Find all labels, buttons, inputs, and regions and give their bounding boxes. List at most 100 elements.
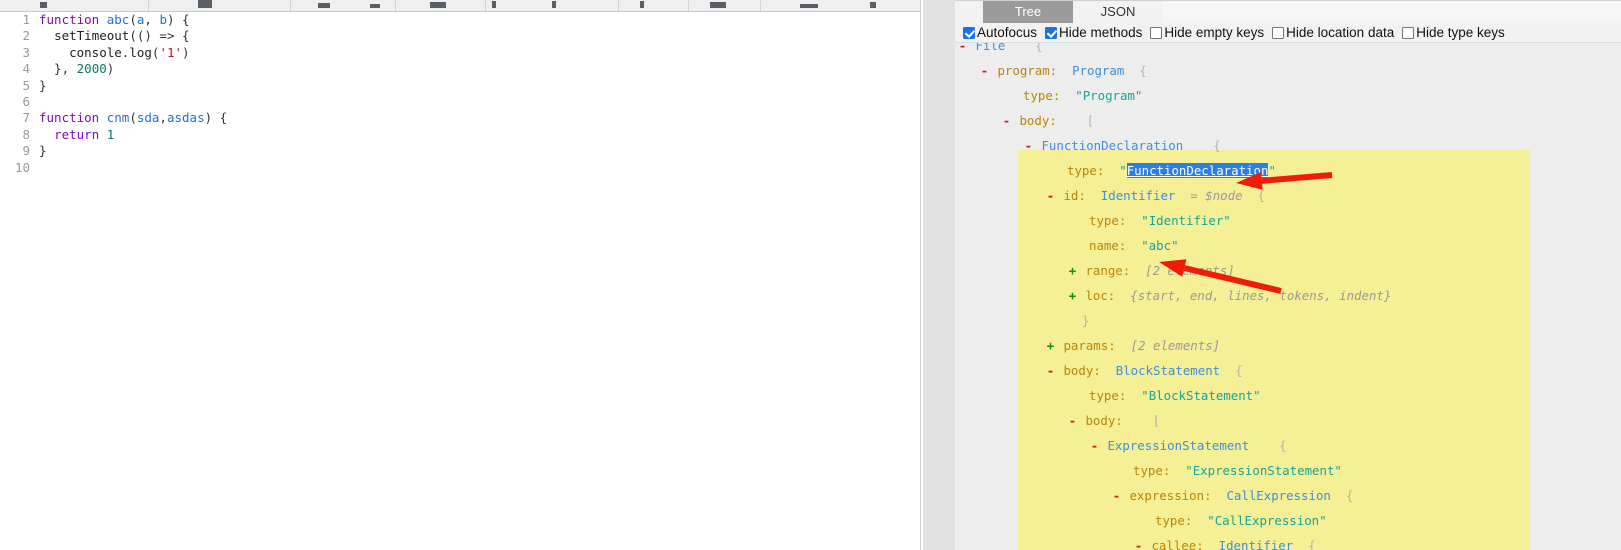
tree-row[interactable]: type: "Program" — [1023, 83, 1142, 108]
tree-value: "ExpressionStatement" — [1185, 463, 1342, 478]
line-number: 8 — [22, 126, 30, 142]
code-token: function — [39, 12, 100, 27]
option-hide-location-data[interactable]: Hide location data — [1272, 25, 1394, 40]
t-icon[interactable] — [552, 1, 556, 8]
dot-icon[interactable] — [870, 2, 876, 8]
panel-options-bar[interactable]: Autofocus Hide methods Hide empty keys Hide… — [955, 23, 1621, 43]
tree-key: name: — [1089, 238, 1127, 253]
tree-node-ref: = $node — [1190, 188, 1243, 203]
collapse-toggle-icon[interactable]: - — [1001, 108, 1012, 133]
tree-row[interactable]: name: "abc" — [1089, 233, 1179, 258]
tree-row[interactable]: type: "FunctionDeclaration" — [1067, 158, 1276, 183]
panel-icon[interactable] — [710, 2, 726, 8]
code-editor-pane[interactable]: 1 function abc(a, b) {2 setTimeout(() => … — [0, 12, 920, 550]
code-token: ( — [129, 110, 137, 126]
line-number: 10 — [14, 159, 30, 175]
collapse-toggle-icon[interactable]: - — [979, 58, 990, 83]
tree-value: "BlockStatement" — [1141, 388, 1261, 403]
option-hide-methods[interactable]: Hide methods — [1045, 25, 1142, 40]
code-token: b — [159, 12, 167, 27]
tree-row[interactable]: - program: Program { — [979, 58, 1147, 83]
line-icon[interactable] — [800, 4, 818, 8]
collapse-toggle-icon[interactable]: - — [957, 43, 968, 58]
collapse-toggle-icon[interactable]: - — [1023, 133, 1034, 158]
tree-row[interactable]: - body: [ — [1067, 408, 1160, 433]
tree-row[interactable]: type: "CallExpression" — [1155, 508, 1327, 533]
tab-tree[interactable]: Tree — [983, 1, 1073, 23]
collapse-toggle-icon[interactable]: - — [1045, 358, 1056, 383]
code-token: cnm — [106, 110, 130, 126]
checkbox-checked-icon[interactable] — [963, 26, 975, 39]
code-line[interactable]: 4 }, 2000) — [0, 61, 920, 77]
code-line[interactable]: 6 — [0, 94, 920, 110]
code-line[interactable]: 8 return 1 — [0, 127, 920, 143]
line-number: 9 — [22, 143, 30, 159]
tree-row[interactable]: + params: [2 elements] — [1045, 333, 1220, 358]
expand-toggle-icon[interactable]: + — [1067, 283, 1078, 308]
line-number: 1 — [22, 12, 30, 27]
tree-bracket: { — [1035, 43, 1043, 53]
tree-row[interactable]: + loc: {start, end, lines, tokens, inden… — [1067, 283, 1392, 308]
ast-tree[interactable]: - File {- program: Program {type: "Progr… — [955, 43, 1621, 550]
option-label: Hide methods — [1059, 25, 1143, 40]
selected-value[interactable]: FunctionDeclaration — [1126, 163, 1269, 178]
line-number: 2 — [22, 28, 30, 44]
pointer-icon[interactable] — [40, 2, 47, 8]
code-icon[interactable] — [318, 3, 330, 8]
tree-bracket: { — [1308, 538, 1316, 550]
tree-row[interactable]: - FunctionDeclaration { — [1023, 133, 1221, 158]
checkbox-unchecked-icon[interactable] — [1272, 26, 1285, 39]
tab-json[interactable]: JSON — [1073, 1, 1163, 23]
tree-row[interactable]: - ExpressionStatement { — [1089, 433, 1287, 458]
code-token: ) { — [204, 110, 228, 126]
tree-row[interactable]: } — [1067, 308, 1089, 333]
tree-row[interactable]: type: "Identifier" — [1089, 208, 1231, 233]
collapse-toggle-icon[interactable]: - — [1111, 483, 1122, 508]
collapse-toggle-icon[interactable]: - — [1133, 533, 1144, 550]
tree-row[interactable]: - callee: Identifier { — [1133, 533, 1316, 550]
collapse-toggle-icon[interactable]: - — [1045, 183, 1056, 208]
editor-toolbar[interactable] — [0, 0, 920, 12]
tree-row[interactable]: type: "BlockStatement" — [1089, 383, 1261, 408]
checkbox-unchecked-icon[interactable] — [1402, 26, 1415, 39]
code-line[interactable]: 10 — [0, 160, 920, 176]
expand-toggle-icon[interactable]: + — [1067, 258, 1078, 283]
tree-row[interactable]: - expression: CallExpression { — [1111, 483, 1354, 508]
tree-row[interactable]: type: "ExpressionStatement" — [1133, 458, 1342, 483]
tree-row[interactable]: - id: Identifier = $node { — [1045, 183, 1265, 208]
tree-key: type: — [1023, 88, 1061, 103]
tree-bracket: { — [1139, 63, 1147, 78]
ast-panel: Tree JSON Autofocus Hide methods Hide empty… — [955, 0, 1621, 550]
toolbar-separator — [485, 0, 486, 11]
checkbox-unchecked-icon[interactable] — [1150, 26, 1163, 39]
option-hide-type-keys[interactable]: Hide type keys — [1402, 25, 1505, 40]
image-icon[interactable] — [198, 0, 212, 8]
checkbox-checked-icon[interactable] — [1045, 26, 1058, 39]
collapse-toggle-icon[interactable]: - — [1067, 408, 1078, 433]
tree-row[interactable]: - File { — [957, 43, 1043, 58]
bar-icon[interactable] — [430, 2, 446, 8]
expand-toggle-icon[interactable]: + — [1045, 333, 1056, 358]
code-token: ) — [106, 61, 115, 77]
tree-row[interactable]: - body: [ — [1001, 108, 1094, 133]
code-line[interactable]: 3 console.log('1') — [0, 45, 920, 61]
tree-row[interactable]: + range: [2 elements] — [1067, 258, 1235, 283]
box-icon[interactable] — [370, 4, 380, 8]
tree-row[interactable]: - body: BlockStatement { — [1045, 358, 1243, 383]
panel-tabs[interactable]: Tree JSON — [955, 1, 1621, 24]
code-line[interactable]: 7 function cnm(sda,asdas) { — [0, 110, 920, 126]
option-hide-empty-keys[interactable]: Hide empty keys — [1150, 25, 1264, 40]
tree-value: "Identifier" — [1141, 213, 1231, 228]
pane-divider[interactable] — [920, 0, 955, 550]
collapse-toggle-icon[interactable]: - — [1089, 433, 1100, 458]
code-line[interactable]: 9} — [0, 143, 920, 159]
pin-icon[interactable] — [640, 1, 644, 8]
code-line[interactable]: 5} — [0, 78, 920, 94]
code-line[interactable]: 1 function abc(a, b) { — [0, 12, 920, 28]
code-line[interactable]: 2 setTimeout(() => { — [0, 28, 920, 44]
i-icon[interactable] — [492, 1, 496, 8]
option-autofocus[interactable]: Autofocus — [963, 25, 1037, 40]
quote: " — [1119, 163, 1127, 178]
